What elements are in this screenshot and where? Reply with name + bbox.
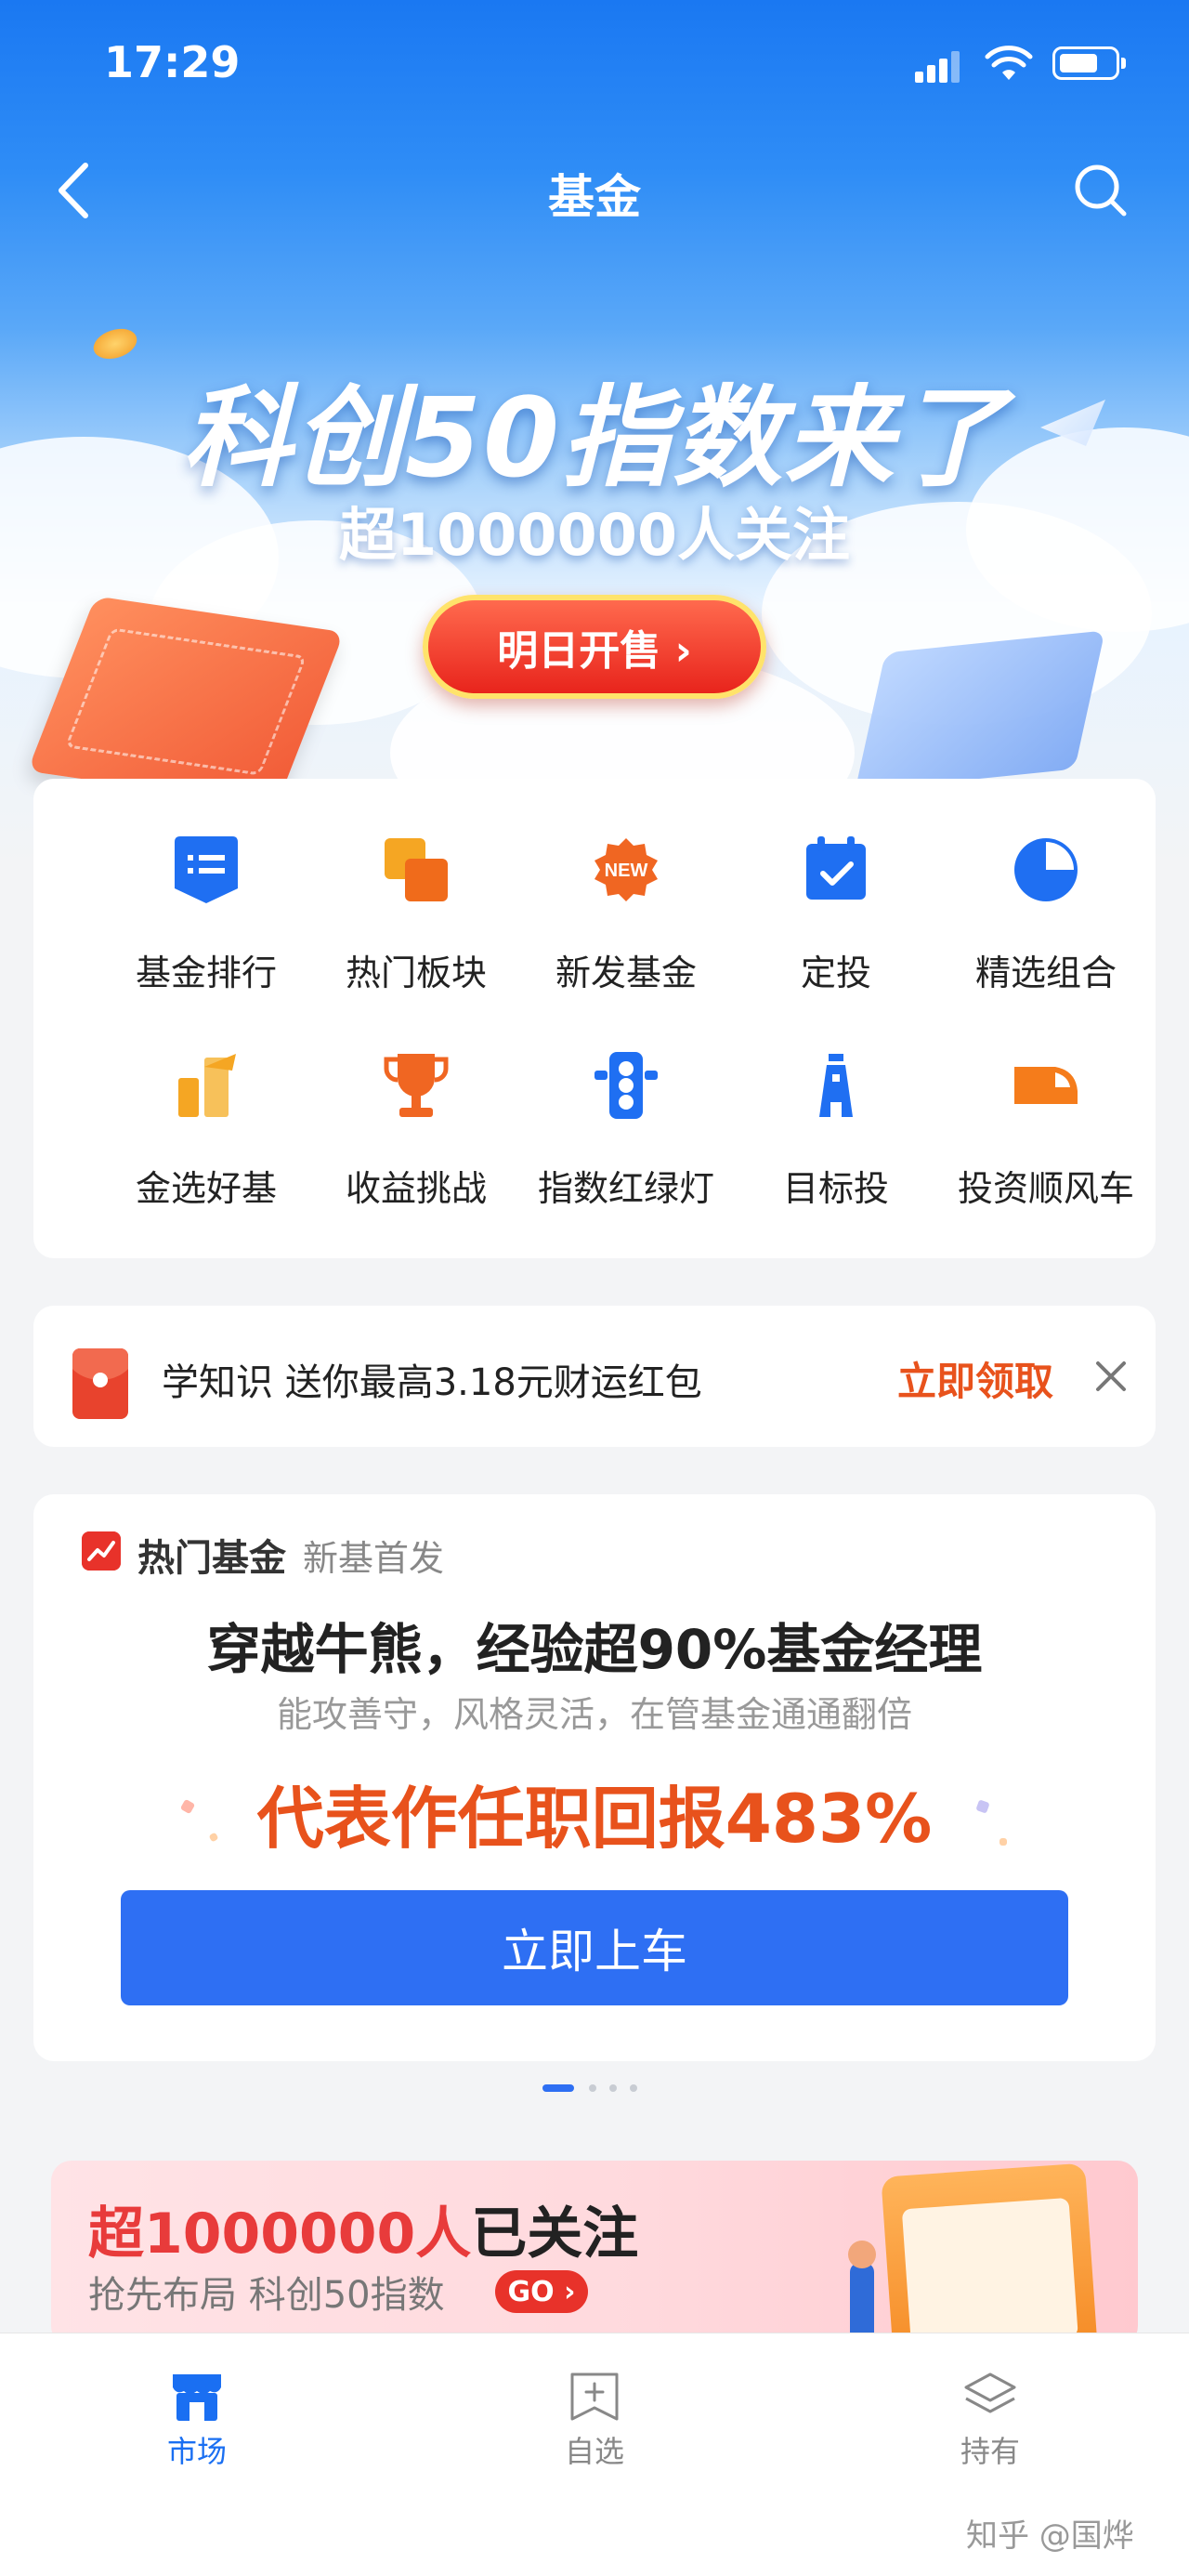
quick-entry-grid: 基金排行 热门板块 NEW 新发基金 定投 精选组合 金选好基 收益挑战 指数红… [33,779,1156,1258]
holdings-layers-icon [964,2372,1016,2413]
grid-item-portfolios[interactable]: 精选组合 [944,779,1148,993]
banner-title: 科创50指数来了 [181,374,1008,502]
board-now-button[interactable]: 立即上车 [121,1890,1068,2005]
calendar-check-icon [806,836,866,900]
status-bar: 17:29 [0,0,1189,130]
lighthouse-icon [819,1054,853,1117]
grid-item-auto-invest[interactable]: 定投 [734,779,938,993]
page-title: 基金 [548,170,641,224]
banner-subtitle: 超1000000人关注 [339,501,850,569]
promo-banner-title: 超1000000人已关注 [88,2201,639,2267]
search-icon[interactable] [1068,158,1133,223]
grid-item-index-traffic-light[interactable]: 指数红绿灯 [524,994,728,1209]
car-icon [1014,1067,1078,1104]
trend-up-icon [82,1531,121,1571]
calendar-illustration [881,2162,1098,2346]
grid-item-gold-picks[interactable]: 金选好基 [104,994,308,1209]
person-illustration [848,2241,876,2337]
gold-pick-icon [178,1054,236,1117]
watchlist-add-icon [570,2372,619,2421]
fund-return-highlight: 代表作任职回报483% [256,1780,933,1858]
red-packet-icon [72,1348,128,1419]
nav-bar: 基金 [0,139,1189,242]
ranking-icon [175,836,238,903]
tab-label: 市场 [166,2434,227,2469]
tab-market[interactable]: 市场 [104,2361,290,2473]
hot-fund-card: 热门基金 新基首发 穿越牛熊，经验超90%基金经理 能攻善守，风格灵活，在管基金… [33,1494,1156,2061]
grid-item-label: 精选组合 [974,953,1117,993]
close-icon[interactable] [1091,1356,1131,1397]
claim-now-link[interactable]: 立即领取 [897,1350,1053,1407]
wifi-icon [985,46,1033,80]
trophy-icon [384,1054,449,1117]
grid-item-label: 金选好基 [135,1168,277,1209]
grid-item-invest-carpool[interactable]: 投资顺风车 [944,994,1148,1209]
hot-sectors-icon [385,838,448,901]
chip-illustration [855,630,1105,792]
go-button[interactable]: GO › [495,2270,588,2313]
fund-description: 能攻善守，风格灵活，在管基金通通翻倍 [276,1694,912,1735]
new-badge-icon: NEW [594,838,658,901]
grid-item-label: 收益挑战 [345,1168,487,1209]
grid-item-label: 热门板块 [345,953,487,993]
tab-label: 持有 [960,2434,1020,2469]
new-fund-tag: 新基首发 [303,1538,445,1579]
tab-label: 自选 [564,2434,624,2469]
battery-icon [1052,46,1126,80]
grid-item-fund-ranking[interactable]: 基金排行 [104,779,308,993]
tab-watchlist[interactable]: 自选 [502,2361,687,2473]
red-packet-promo[interactable]: 学知识 送你最高3.18元财运红包 立即领取 [33,1306,1156,1447]
market-icon [173,2374,221,2421]
status-time: 17:29 [104,37,241,87]
banner-presale-button[interactable]: 明日开售 › [423,595,766,699]
grid-item-label: 定投 [800,953,871,993]
svg-text:NEW: NEW [605,861,648,881]
traffic-light-icon [594,1052,658,1119]
grid-item-return-challenge[interactable]: 收益挑战 [314,994,518,1209]
grid-item-label: 基金排行 [135,953,277,993]
grid-item-label: 指数红绿灯 [537,1168,714,1209]
grid-item-target-invest[interactable]: 目标投 [734,994,938,1209]
pie-chart-icon [1014,838,1078,901]
grid-item-hot-sectors[interactable]: 热门板块 [314,779,518,993]
star-index-promo-banner[interactable]: 超1000000人已关注 抢先布局 科创50指数 GO › [51,2161,1138,2346]
promo-banner-subtitle: 抢先布局 科创50指数 [88,2274,445,2317]
grid-item-label: 投资顺风车 [957,1168,1134,1209]
cellular-signal-icon [915,51,961,83]
fund-headline: 穿越牛熊，经验超90%基金经理 [206,1618,983,1681]
promo-text: 学知识 送你最高3.18元财运红包 [162,1361,702,1404]
grid-item-label: 目标投 [782,1168,889,1209]
tab-holdings[interactable]: 持有 [897,2361,1083,2473]
grid-item-label: 新发基金 [555,953,697,993]
bottom-tab-bar: 市场 自选 持有 知乎 @国烨 [0,2333,1189,2576]
hot-fund-tag: 热门基金 [137,1537,286,1580]
hero-banner[interactable]: 17:29 基金 科创50指数来了 超1000000人关注 明日开售 › [0,0,1189,864]
grid-item-new-funds[interactable]: NEW 新发基金 [524,779,728,993]
watermark: 知乎 @国烨 [966,2517,1134,2555]
